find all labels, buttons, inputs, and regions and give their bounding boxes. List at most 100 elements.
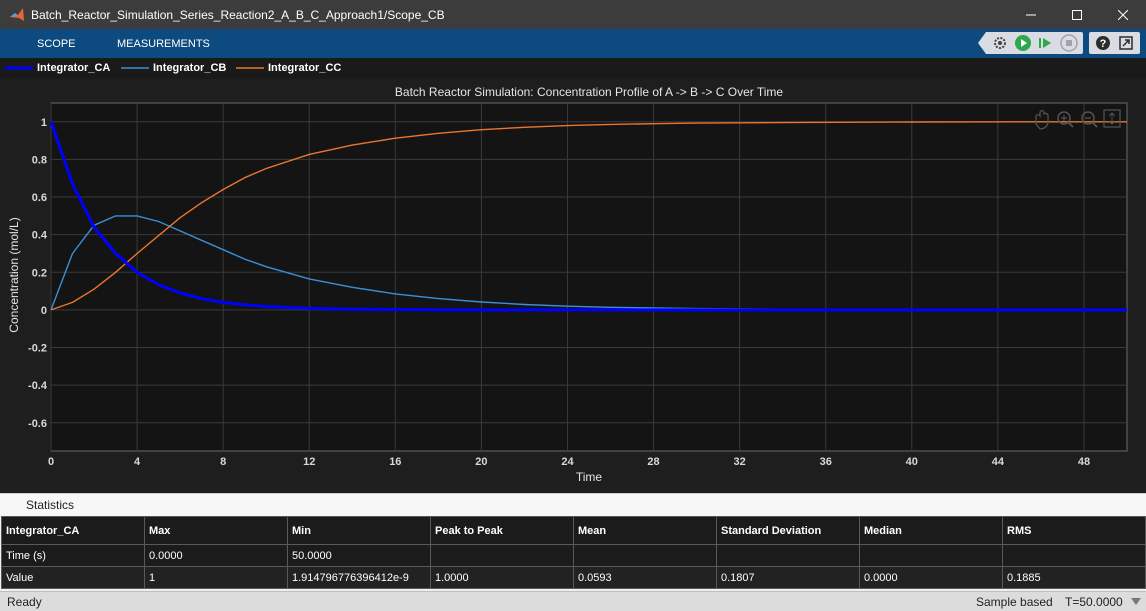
table-cell [716, 544, 860, 567]
minimize-icon [1026, 14, 1036, 15]
toolstrip-quick-access: ? [978, 32, 1140, 54]
table-cell [573, 544, 717, 567]
x-tick-label: 28 [647, 456, 659, 468]
stats-col-mean: Mean [573, 516, 717, 545]
x-tick-label: 4 [134, 456, 141, 468]
undock-icon [1119, 36, 1133, 50]
close-button[interactable] [1100, 0, 1146, 29]
legend-swatch-ca [5, 66, 33, 70]
status-text: Ready [7, 595, 42, 609]
y-tick-label: -0.4 [28, 380, 48, 392]
stats-col-peak-to-peak: Peak to Peak [430, 516, 574, 545]
x-tick-label: 44 [992, 456, 1005, 468]
legend-item-ca[interactable]: Integrator_CA [5, 62, 110, 74]
table-cell: 0.0000 [859, 566, 1003, 589]
step-forward-icon [1039, 38, 1051, 48]
plot-area: Batch Reactor Simulation: Concentration … [0, 79, 1146, 493]
title-bar: Batch_Reactor_Simulation_Series_Reaction… [0, 0, 1146, 29]
table-row: Time (s) 0.0000 50.0000 [1, 544, 1146, 567]
legend-label-cc: Integrator_CC [268, 62, 342, 74]
window-title: Batch_Reactor_Simulation_Series_Reaction… [31, 7, 445, 22]
table-cell: 0.0000 [144, 544, 288, 567]
x-tick-label: 20 [475, 456, 487, 468]
x-tick-label: 24 [561, 456, 574, 468]
x-tick-label: 48 [1078, 456, 1090, 468]
x-tick-label: 36 [820, 456, 832, 468]
statistics-header: Statistics [0, 493, 1146, 516]
y-tick-label: 1 [41, 117, 47, 129]
statistics-label: Statistics [26, 498, 75, 512]
x-tick-label: 12 [303, 456, 315, 468]
help-icon: ? [1096, 36, 1110, 50]
concentration-chart[interactable]: Batch Reactor Simulation: Concentration … [0, 79, 1146, 493]
maximize-button[interactable] [1054, 0, 1100, 29]
toolstrip: SCOPE MEASUREMENTS ? [0, 29, 1146, 58]
table-cell: 0.1807 [716, 566, 860, 589]
status-bar: Ready Sample based T=50.0000 [0, 591, 1146, 611]
legend-swatch-cc [236, 67, 264, 69]
simulation-time-text: T=50.0000 [1065, 595, 1123, 609]
stats-col-min: Min [287, 516, 431, 545]
settings-button[interactable] [990, 33, 1010, 53]
stop-icon [1060, 34, 1078, 52]
close-icon [1118, 9, 1128, 20]
maximize-icon [1072, 9, 1082, 20]
legend-item-cb[interactable]: Integrator_CB [121, 62, 226, 74]
simulation-controls [978, 32, 1083, 54]
stats-col-signal[interactable]: Integrator_CA [1, 516, 145, 545]
matlab-logo-icon [10, 7, 24, 21]
settings-icon [994, 37, 1006, 49]
table-cell: Time (s) [1, 544, 145, 567]
run-button[interactable] [1013, 33, 1033, 53]
stats-col-rms: RMS [1002, 516, 1146, 545]
table-cell [1002, 544, 1146, 567]
table-cell: 1 [144, 566, 288, 589]
y-tick-label: 0 [41, 305, 47, 317]
table-cell: 1.0000 [430, 566, 574, 589]
y-tick-label: -0.2 [28, 343, 47, 355]
statistics-table: Integrator_CA Max Min Peak to Peak Mean … [1, 516, 1146, 589]
undock-button[interactable] [1116, 33, 1136, 53]
x-tick-label: 16 [389, 456, 401, 468]
x-axis-label: Time [576, 470, 603, 484]
legend-label-cb: Integrator_CB [153, 62, 227, 74]
table-cell: Value [1, 566, 145, 589]
legend-swatch-cb [121, 67, 149, 69]
status-menu-icon[interactable] [1131, 598, 1141, 605]
table-cell: 50.0000 [287, 544, 431, 567]
help-button[interactable]: ? [1093, 33, 1113, 53]
tab-scope[interactable]: SCOPE [37, 38, 76, 50]
y-tick-label: 0.4 [32, 230, 48, 242]
y-axis-label: Concentration (mol/L) [7, 217, 21, 332]
legend-label-ca: Integrator_CA [37, 62, 111, 74]
minimize-button[interactable] [1008, 0, 1054, 29]
svg-text:?: ? [1100, 38, 1107, 50]
stats-col-max: Max [144, 516, 288, 545]
table-cell: 1.914796776396412e-9 [287, 566, 431, 589]
table-row: Value 1 1.914796776396412e-9 1.0000 0.05… [1, 566, 1146, 589]
axes-background [50, 102, 1128, 452]
scope-window: Batch_Reactor_Simulation_Series_Reaction… [0, 0, 1146, 611]
stop-button[interactable] [1059, 33, 1079, 53]
y-tick-label: 0.6 [32, 192, 47, 204]
chart-title: Batch Reactor Simulation: Concentration … [395, 85, 783, 99]
y-tick-label: -0.6 [28, 418, 47, 430]
stats-col-median: Median [859, 516, 1003, 545]
table-cell: 0.0593 [573, 566, 717, 589]
tab-measurements[interactable]: MEASUREMENTS [117, 38, 210, 50]
table-cell [859, 544, 1003, 567]
run-icon [1015, 35, 1031, 51]
x-tick-label: 40 [906, 456, 918, 468]
statistics-header-row: Integrator_CA Max Min Peak to Peak Mean … [1, 516, 1146, 545]
step-forward-button[interactable] [1036, 33, 1056, 53]
legend: Integrator_CA Integrator_CB Integrator_C… [0, 58, 1146, 79]
y-tick-label: 0.2 [32, 267, 47, 279]
table-cell [430, 544, 574, 567]
legend-item-cc[interactable]: Integrator_CC [236, 62, 341, 74]
x-tick-label: 8 [220, 456, 226, 468]
sample-mode-text: Sample based [976, 595, 1053, 609]
stats-col-std: Standard Deviation [716, 516, 860, 545]
help-controls: ? [1089, 32, 1140, 54]
x-tick-label: 0 [48, 456, 54, 468]
y-tick-label: 0.8 [32, 154, 47, 166]
